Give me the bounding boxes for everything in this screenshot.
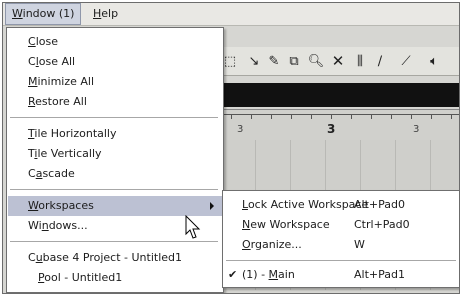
ruler-tick [271,114,272,119]
ruler-tick [291,114,292,119]
ruler-tick [331,114,332,119]
ruler-tick [311,114,312,119]
pencil-icon[interactable]: ✎ [265,52,283,70]
menu-item-close[interactable]: Close [8,32,222,52]
help-menu[interactable]: Help [87,3,124,25]
ruler-number: 3 [413,124,420,135]
line-icon[interactable]: ⟋ [397,52,415,70]
menu-item-cascade[interactable]: Cascade [8,164,222,184]
menu-item-pool-window[interactable]: Pool - Untitled1 [8,268,222,288]
application-window: Window (1) Help ⬚ ↘ ✎ ⧉ 🔍︎ ✕ ⫼ ∕ ⟋ 🔈︎ 3 … [2,2,460,294]
menu-item-restore-all[interactable]: Restore All [8,92,222,112]
menu-item-workspaces[interactable]: Workspaces [8,196,222,216]
ruler-bar-number: 3 [327,122,336,136]
help-menu-rest: elp [101,7,119,20]
split-icon[interactable]: ⫼ [351,52,369,70]
draw-icon[interactable]: ∕ [371,52,389,70]
mouse-cursor-icon [185,215,201,239]
glue-icon[interactable]: ⧉ [285,52,303,70]
ruler-tick [431,114,432,119]
window-menu[interactable]: Window (1) [5,3,82,25]
window-menu-rest: indow (1) [22,7,75,20]
zoom-icon[interactable]: 🔍︎ [307,52,325,70]
ruler-baseline [221,114,459,115]
menu-separator [226,260,456,262]
ruler-tick [451,114,452,119]
submenu-arrow-icon [210,202,214,210]
ruler-tick [251,114,252,119]
new-workspace-shortcut: Ctrl+Pad0 [354,218,410,231]
window-menu-label: W [12,7,23,20]
ruler-tick [411,114,412,119]
submenu-item-lock-workspace[interactable]: Lock Active Workspace Alt+Pad0 [224,195,459,215]
ruler-number: 3 [237,124,244,135]
speaker-icon[interactable]: 🔈︎ [425,52,443,70]
organize-shortcut: W [354,238,365,251]
menu-separator [10,241,218,243]
erase-icon[interactable]: ✕ [329,52,347,70]
menu-item-close-all[interactable]: Close All [8,52,222,72]
checkmark-icon: ✔ [228,268,238,281]
ruler-tick [371,114,372,119]
menu-item-tile-vertically[interactable]: Tile Vertically [8,144,222,164]
transport-bar [221,83,459,107]
ruler-tick [391,114,392,119]
lock-workspace-shortcut: Alt+Pad0 [354,198,405,211]
menu-separator [10,189,218,191]
main-workspace-label: (1) - Main [242,268,295,281]
lock-workspace-label: Lock Active Workspace [242,198,369,211]
ruler-tick [231,114,232,119]
menu-item-tile-horizontally[interactable]: Tile Horizontally [8,124,222,144]
menu-separator [10,117,218,119]
object-select-icon[interactable]: ↘ [245,52,263,70]
timeline-ruler[interactable]: 3 3 3 [221,109,459,141]
ruler-tick [351,114,352,119]
organize-label: Organize... [242,238,302,251]
submenu-item-main-workspace[interactable]: ✔ (1) - Main Alt+Pad1 [224,265,459,285]
menu-bar: Window (1) Help [3,3,459,26]
project-toolbar: ⬚ ↘ ✎ ⧉ 🔍︎ ✕ ⫼ ∕ ⟋ 🔈︎ [221,47,459,76]
submenu-item-new-workspace[interactable]: New Workspace Ctrl+Pad0 [224,215,459,235]
new-workspace-label: New Workspace [242,218,330,231]
workspaces-submenu: Lock Active Workspace Alt+Pad0 New Works… [222,190,459,288]
menu-item-project-window[interactable]: Cubase 4 Project - Untitled1 [8,248,222,268]
submenu-item-organize[interactable]: Organize... W [224,235,459,255]
menu-item-minimize-all[interactable]: Minimize All [8,72,222,92]
window-dropdown-menu: Close Close All Minimize All Restore All… [6,27,224,293]
main-workspace-shortcut: Alt+Pad1 [354,268,405,281]
